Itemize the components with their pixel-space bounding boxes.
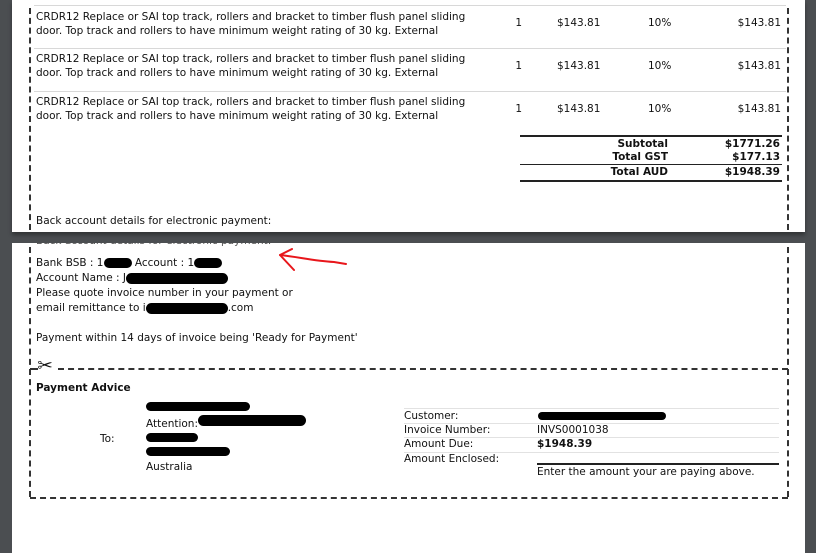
enter-amount-hint: Enter the amount your are paying above. [537, 466, 755, 478]
item-tax: 10% [648, 60, 672, 72]
item-qty: 1 [515, 103, 522, 115]
total-value: $1948.39 [724, 166, 780, 178]
amount-enclosed-label: Amount Enclosed: [404, 453, 500, 465]
subtotal-label: Subtotal [617, 138, 669, 150]
row-divider [34, 5, 786, 6]
payment-advice-title: Payment Advice [36, 382, 131, 394]
item-tax: 10% [648, 103, 672, 115]
item-amount: $143.81 [737, 17, 781, 29]
email-remittance: email remittance to i .com [36, 302, 254, 314]
clipped-heading: Back account details for electronic paym… [36, 243, 276, 249]
totals-mid-rule [520, 164, 782, 165]
redacted-company-name [146, 402, 250, 411]
country: Australia [146, 461, 193, 473]
bank-details-heading: Back account details for electronic paym… [36, 215, 272, 227]
quote-invoice-text: Please quote invoice number in your paym… [36, 287, 293, 299]
invoice-page-2: Back account details for electronic paym… [12, 243, 805, 553]
account-name: Account Name : J [36, 271, 229, 285]
invoice-number-label: Invoice Number: [404, 424, 491, 436]
item-description: CRDR12 Replace or SAI top track, rollers… [36, 53, 466, 79]
row-divider [34, 91, 786, 92]
advice-bottom-border [30, 497, 788, 499]
gst-value: $177.13 [732, 151, 780, 163]
amount-due-label: Amount Due: [404, 438, 474, 450]
red-arrow-annotation [279, 248, 347, 271]
scissors-icon: ✂ [37, 356, 53, 376]
customer-label: Customer: [404, 410, 459, 422]
item-description: CRDR12 Replace or SAI top track, rollers… [36, 11, 466, 37]
invoice-page-1: CRDR12 Replace or SAI top track, rollers… [12, 0, 805, 232]
page-left-border [29, 8, 31, 230]
subtotal-value: $1771.26 [724, 138, 780, 150]
payment-terms: Payment within 14 days of invoice being … [36, 332, 358, 344]
total-label: Total AUD [610, 166, 668, 178]
gst-label: Total GST [612, 151, 668, 163]
redacted-customer-name [538, 412, 666, 420]
redacted-attention-name [198, 415, 306, 426]
arrow-shaft [279, 254, 347, 265]
item-description: CRDR12 Replace or SAI top track, rollers… [36, 96, 466, 122]
page-right-border [787, 247, 789, 497]
item-qty: 1 [515, 17, 522, 29]
redacted-street [146, 433, 198, 442]
redacted-suburb [146, 447, 230, 456]
attention-line: Attention: [146, 418, 198, 430]
amount-enclosed-field[interactable] [537, 463, 779, 465]
redacted-bsb [103, 258, 132, 268]
item-tax: 10% [648, 17, 672, 29]
item-unit-price: $143.81 [557, 60, 601, 72]
totals-bottom-rule [520, 180, 782, 182]
arrow-head [279, 248, 295, 271]
item-amount: $143.81 [737, 103, 781, 115]
page-left-border [29, 247, 31, 497]
item-unit-price: $143.81 [557, 103, 601, 115]
redacted-account-name [126, 272, 229, 284]
bank-bsb: Bank BSB : 1 Account : 1 [36, 256, 223, 270]
invoice-number: INVS0001038 [537, 424, 609, 436]
totals-top-rule [520, 135, 782, 137]
amount-due: $1948.39 [537, 438, 593, 450]
redacted-email [145, 302, 228, 314]
item-amount: $143.81 [737, 60, 781, 72]
item-qty: 1 [515, 60, 522, 72]
row-divider [34, 48, 786, 49]
redacted-account [194, 258, 223, 268]
page-right-border [787, 8, 789, 230]
to-label: To: [100, 433, 115, 445]
item-unit-price: $143.81 [557, 17, 601, 29]
